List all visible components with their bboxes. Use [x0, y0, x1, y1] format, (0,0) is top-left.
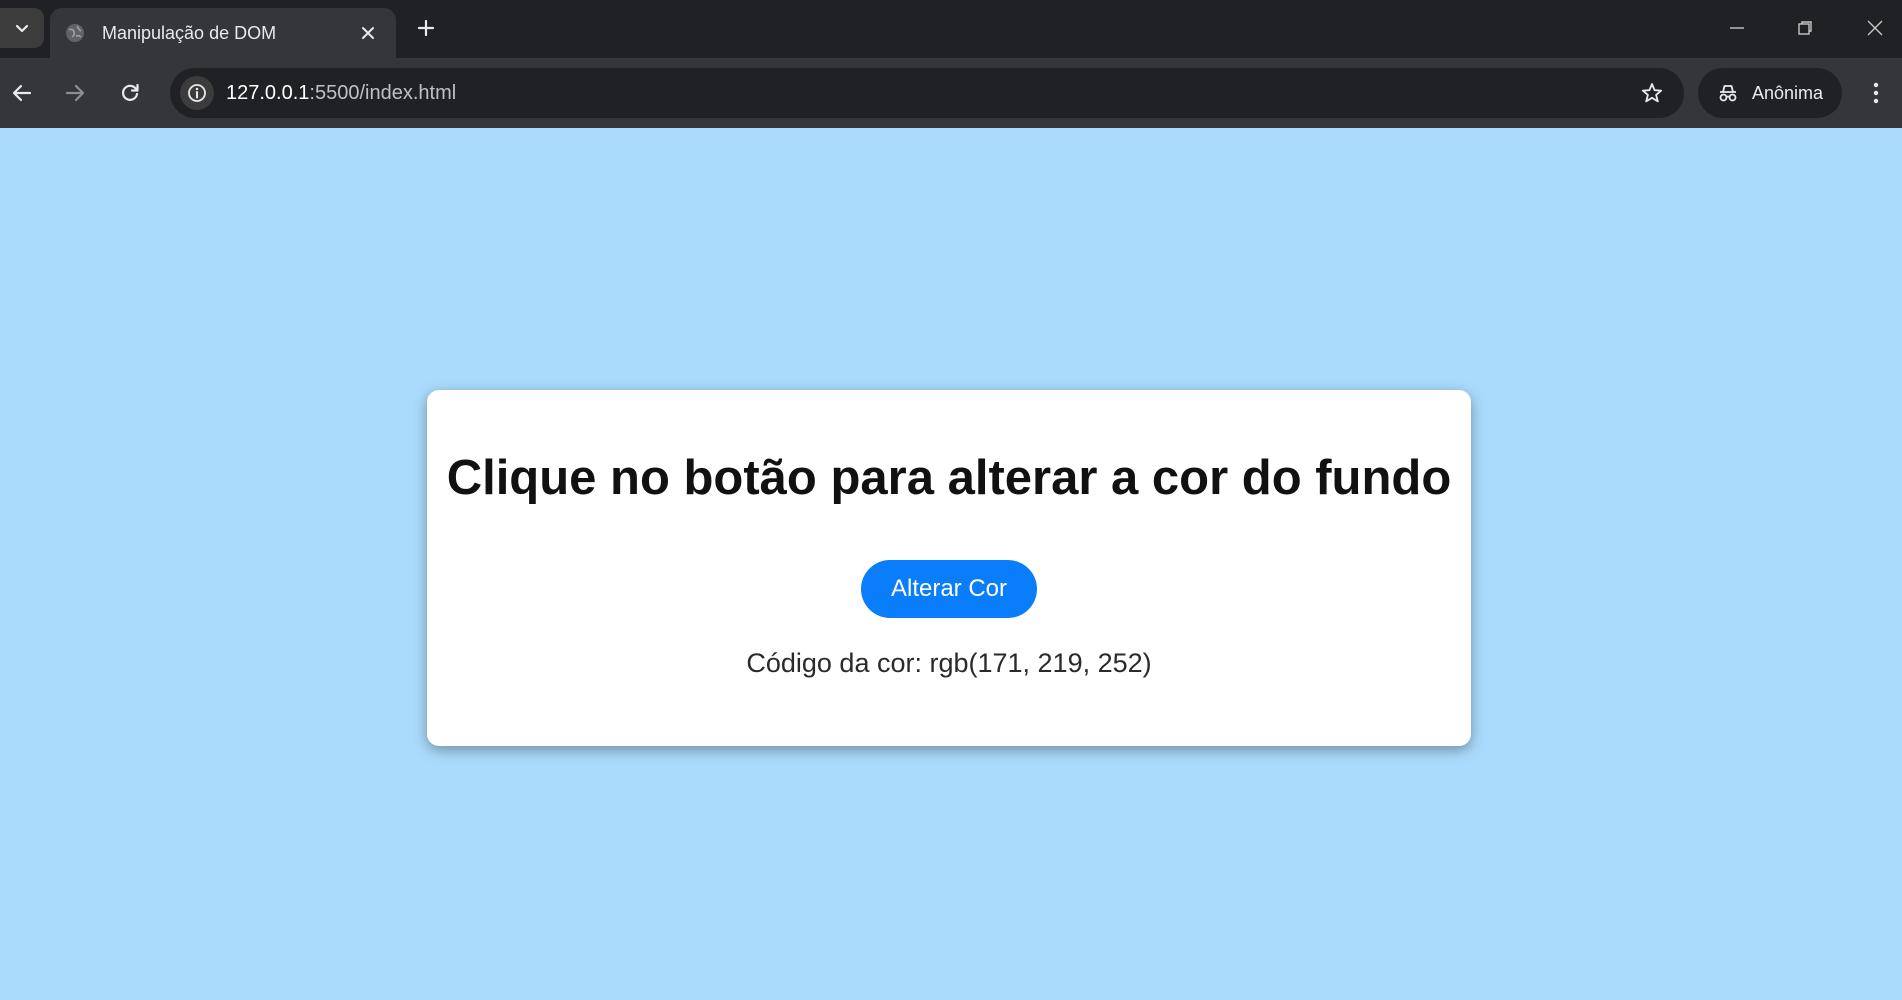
tab-title: Manipulação de DOM — [102, 22, 277, 43]
close-icon[interactable] — [356, 21, 380, 45]
address-bar[interactable]: 127.0.0.1:5500/index.html — [170, 68, 1684, 118]
back-button[interactable] — [4, 75, 40, 111]
active-tab[interactable]: Manipulação de DOM — [50, 8, 396, 58]
minimize-icon — [1730, 27, 1744, 29]
browser-menu-button[interactable] — [1858, 75, 1894, 111]
plus-icon — [417, 19, 435, 37]
color-code-text: Código da cor: rgb(171, 219, 252) — [746, 648, 1152, 678]
content-card: Clique no botão para alterar a cor do fu… — [427, 390, 1471, 746]
restore-icon — [1798, 21, 1812, 35]
arrow-left-icon — [12, 84, 32, 102]
site-info-button[interactable] — [180, 76, 214, 110]
incognito-label: Anônima — [1752, 82, 1824, 103]
page-viewport: Clique no botão para alterar a cor do fu… — [0, 128, 1902, 1000]
tab-strip: Manipulação de DOM — [0, 0, 1902, 58]
url-path: :5500/index.html — [309, 81, 457, 104]
reload-icon — [122, 83, 139, 101]
bookmark-button[interactable] — [1632, 73, 1672, 113]
star-icon — [1641, 83, 1663, 103]
forward-button[interactable] — [57, 75, 93, 111]
reload-button[interactable] — [112, 75, 148, 111]
page-title: Clique no botão para alterar a cor do fu… — [446, 451, 1452, 505]
globe-icon — [64, 22, 86, 44]
url-text[interactable]: 127.0.0.1:5500/index.html — [226, 82, 1632, 105]
info-icon — [188, 84, 206, 102]
close-icon — [1867, 20, 1883, 36]
change-color-button[interactable]: Alterar Cor — [861, 560, 1037, 618]
tab-search-button[interactable] — [0, 8, 44, 48]
new-tab-button[interactable] — [410, 12, 442, 44]
incognito-icon — [1719, 85, 1737, 102]
incognito-profile-button[interactable]: Anônima — [1698, 68, 1842, 118]
minimize-button[interactable] — [1712, 8, 1762, 48]
chevron-down-icon — [15, 24, 29, 33]
arrow-right-icon — [65, 84, 85, 102]
kebab-menu-icon — [1873, 82, 1879, 104]
url-host: 127.0.0.1 — [226, 81, 310, 104]
close-window-button[interactable] — [1850, 8, 1900, 48]
restore-button[interactable] — [1780, 8, 1830, 48]
browser-toolbar: 127.0.0.1:5500/index.html Anônima — [0, 58, 1902, 128]
